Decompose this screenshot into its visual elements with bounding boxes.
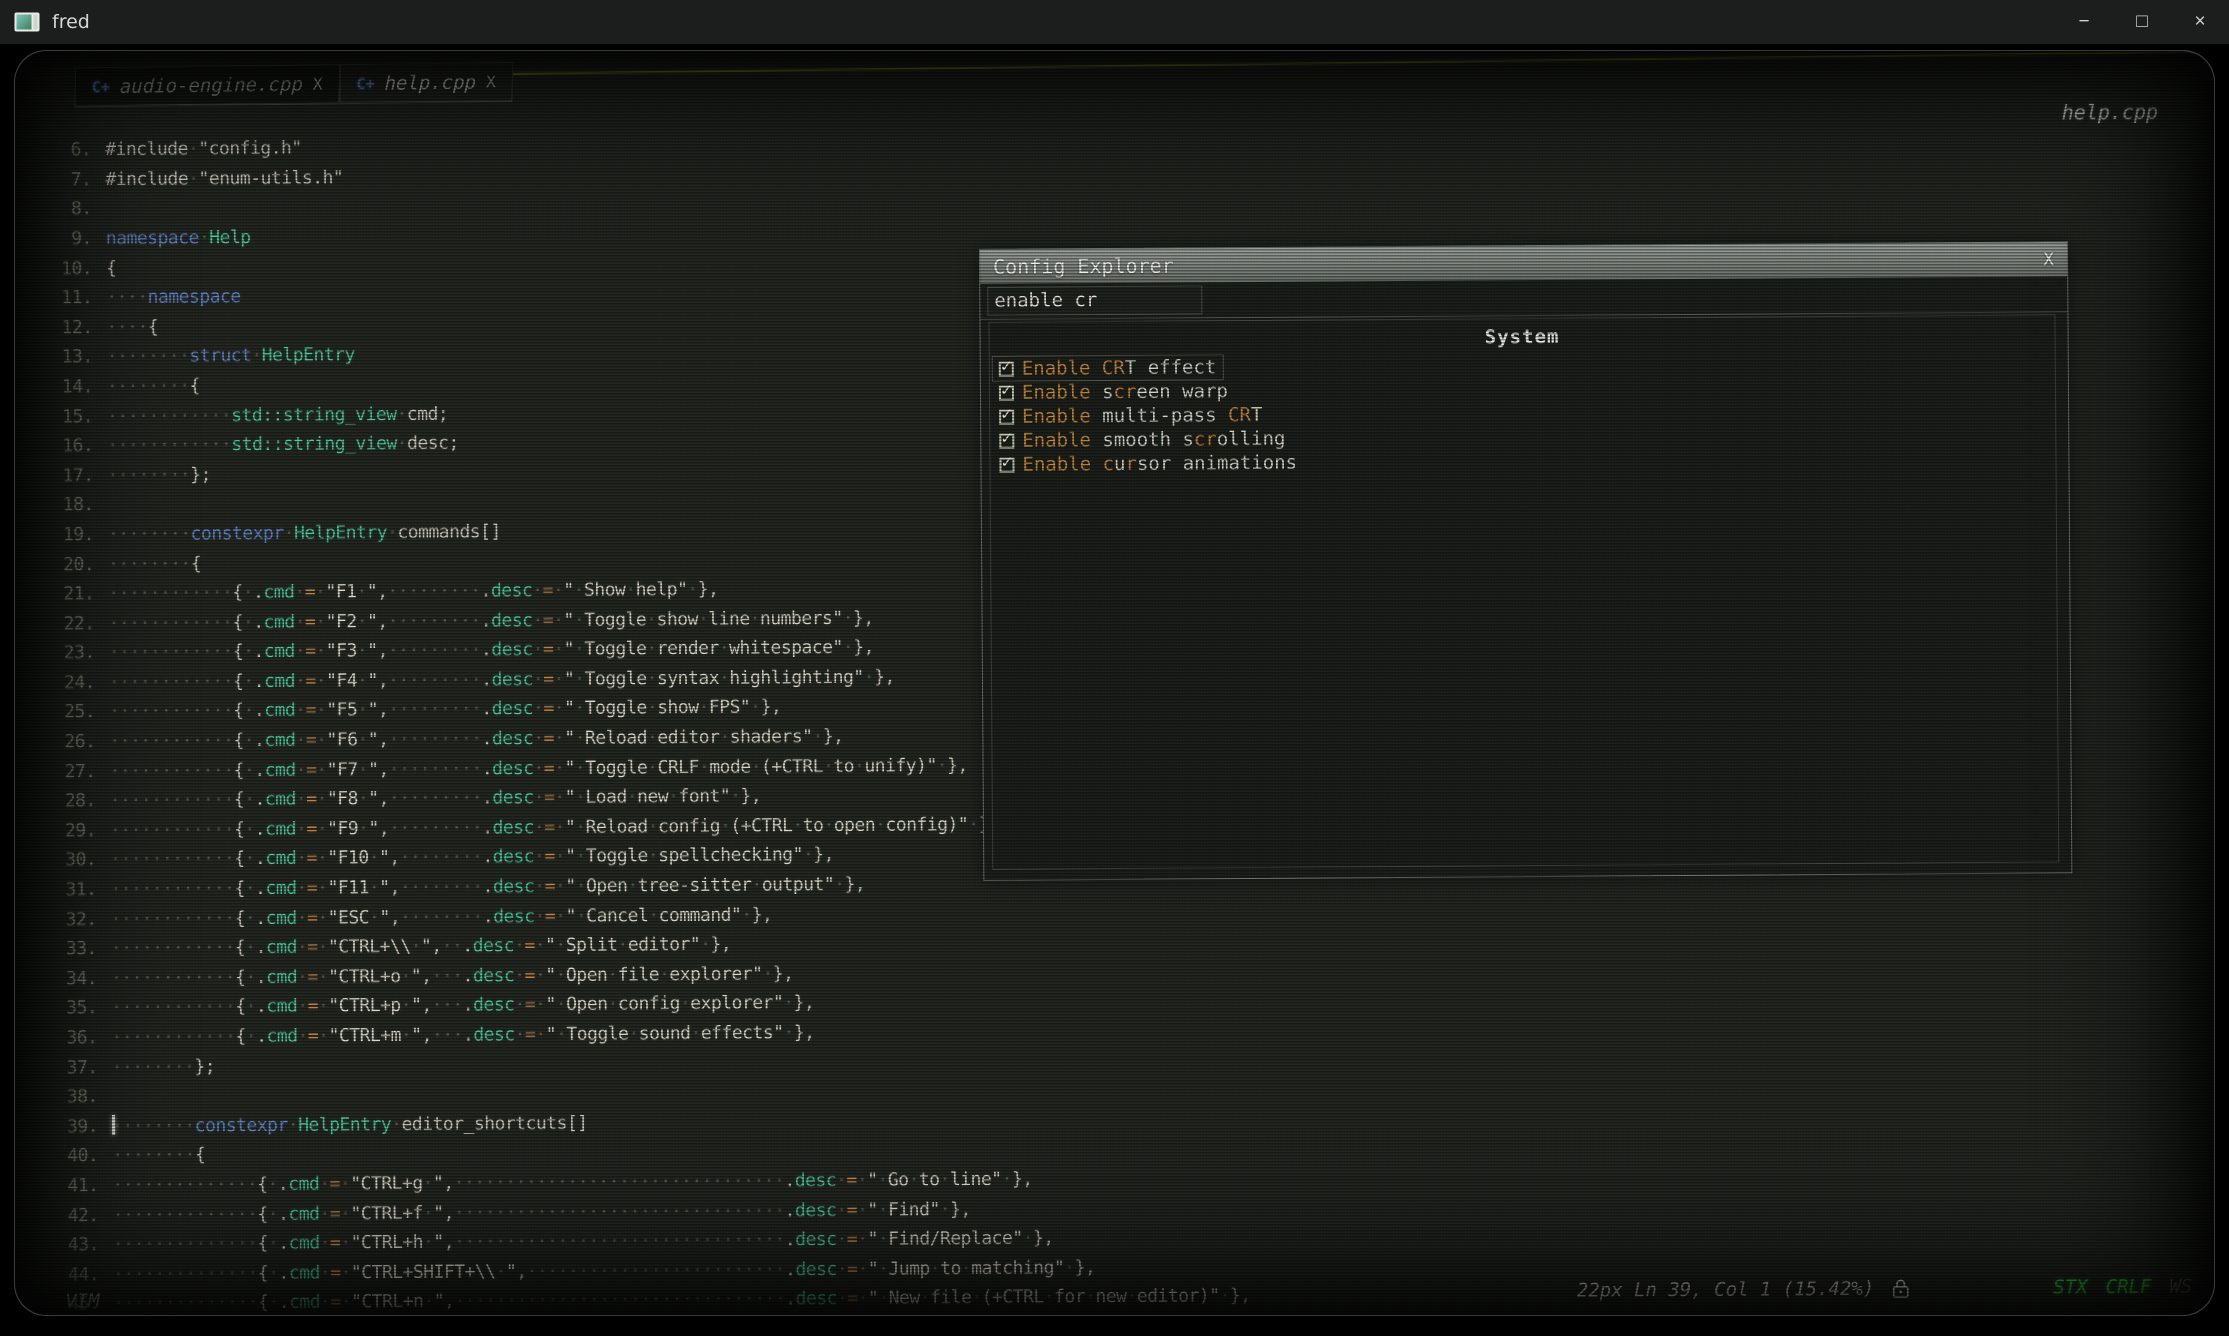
lock-icon [1892,1278,1909,1298]
line-number: 11. [34,283,92,313]
config-explorer-title: Config Explorer [993,254,1174,279]
app-icon [14,12,40,32]
line-number: 13. [35,342,93,372]
checkbox[interactable]: ✓ [999,433,1014,448]
checkbox[interactable]: ✓ [999,361,1014,376]
line-number: 25. [37,698,95,728]
line-number: 6. [33,135,91,165]
tab-label: help.cpp [384,71,476,94]
window-controls: − □ × [2055,0,2229,44]
line-number: 37. [40,1053,98,1083]
tab-bar: C+ audio-engine.cpp X C+ help.cpp X [74,62,513,107]
status-right-cluster: 22px Ln 39, Col 1 (15.42%) STX CRLF WS [1577,1275,2193,1301]
line-number: 41. [40,1171,98,1201]
panel-close-icon[interactable]: X [2043,249,2054,270]
status-flag-crlf: CRLF [2106,1276,2152,1298]
editor-screen: C+ audio-engine.cpp X C+ help.cpp X help… [14,50,2215,1316]
line-number: 22. [36,609,94,639]
line-number: 42. [41,1201,99,1231]
cursor-position-indicator: 22px Ln 39, Col 1 (15.42%) [1577,1278,1875,1302]
screen-frame: C+ audio-engine.cpp X C+ help.cpp X help… [0,44,2229,1336]
check-icon: ✓ [1001,355,1012,376]
tabbar-underline [463,51,2215,76]
line-number: 40. [40,1141,98,1171]
line-number: 16. [35,431,93,461]
line-number: 20. [36,550,94,580]
tab-close-icon[interactable]: X [486,72,496,91]
check-icon: ✓ [1001,379,1012,400]
tab-label: audio-engine.cpp [120,73,304,97]
line-number: 21. [36,579,94,609]
config-item[interactable]: ✓Enable cursor animations [993,451,1303,477]
close-icon: × [2194,11,2205,33]
maximize-button[interactable]: □ [2113,0,2171,44]
config-item[interactable]: ✓Enable CRT effect [993,355,1223,381]
cpp-file-icon: C+ [92,77,110,95]
close-button[interactable]: × [2171,0,2229,44]
tab-help[interactable]: C+ help.cpp X [339,62,513,103]
line-number: 23. [37,638,95,668]
editor-content: C+ audio-engine.cpp X C+ help.cpp X help… [14,50,2215,1316]
config-search-input[interactable]: enable cr [987,285,1202,316]
checkbox[interactable]: ✓ [999,409,1014,424]
line-number: 36. [39,1023,97,1053]
line-number: 7. [33,165,91,195]
config-items: ✓Enable CRT effect✓Enable screen warp✓En… [990,349,2056,476]
tab-audio-engine[interactable]: C+ audio-engine.cpp X [74,64,340,106]
line-number: 35. [39,994,97,1024]
minimize-icon: − [2078,11,2089,33]
line-number: 32. [39,905,97,935]
line-number: 14. [35,372,93,402]
line-number: 30. [38,846,96,876]
config-list-area: System ✓Enable CRT effect✓Enable screen … [988,314,2059,869]
line-number: 33. [39,934,97,964]
line-number: 19. [36,520,94,550]
line-number: 10. [34,254,92,284]
line-number: 26. [37,727,95,757]
line-number: 38. [40,1082,98,1112]
checkbox[interactable]: ✓ [999,457,1014,472]
status-flag-stx: STX [2053,1276,2087,1298]
check-icon: ✓ [1001,427,1012,448]
line-number: 24. [37,668,95,698]
line-number: 29. [38,816,96,846]
config-search-row: enable cr [980,276,2067,320]
line-number: 17. [35,461,93,491]
config-item[interactable]: ✓Enable smooth scrolling [993,427,1291,453]
window-title: fred [52,11,90,33]
window-titlebar: fred − □ × [0,0,2229,44]
tab-close-icon[interactable]: X [313,74,323,93]
cpp-file-icon: C+ [356,74,374,92]
vim-mode-indicator: VIM [65,1290,99,1312]
checkbox[interactable]: ✓ [999,385,1014,400]
status-flags: STX CRLF WS [2053,1275,2192,1298]
line-number: 8. [34,195,92,225]
line-number: 34. [39,964,97,994]
line-number: 9. [34,224,92,254]
line-number: 43. [41,1230,99,1260]
check-icon: ✓ [1001,451,1012,472]
minimize-button[interactable]: − [2055,0,2113,44]
config-explorer-panel: Config Explorer X enable cr System ✓Enab… [979,241,2072,881]
line-number: 15. [35,402,93,432]
check-icon: ✓ [1001,403,1012,424]
line-number: 12. [34,313,92,343]
current-filename-overlay: help.cpp [2062,100,2158,125]
line-number: 31. [38,875,96,905]
config-item[interactable]: ✓Enable screen warp [993,379,1234,405]
line-number: 18. [36,490,94,520]
line-number: 39. [40,1112,98,1142]
config-category-header: System [989,315,2054,351]
config-item[interactable]: ✓Enable multi-pass CRT [993,403,1268,429]
maximize-icon: □ [2136,11,2147,33]
line-number: 27. [37,757,95,787]
line-number: 28. [38,786,96,816]
status-flag-ws: WS [2169,1275,2192,1297]
